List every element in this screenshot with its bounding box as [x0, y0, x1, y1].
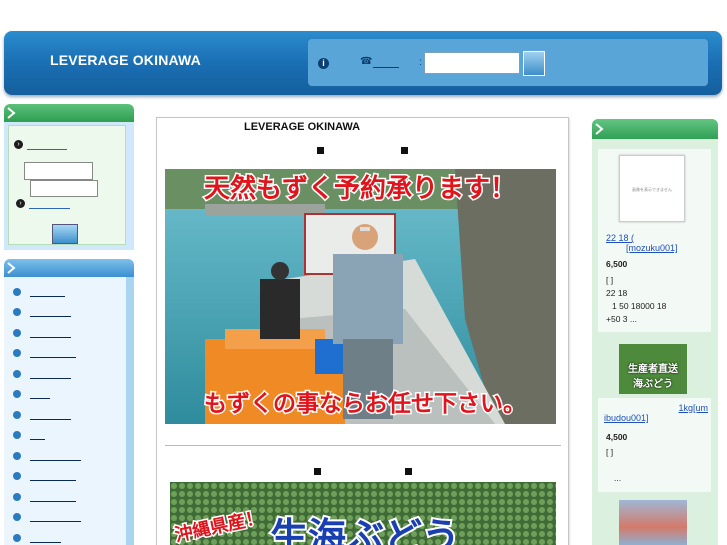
umibudou-banner[interactable]: 沖縄県産！ 生海ぶどう — [170, 482, 556, 545]
bullet-icon — [13, 513, 21, 521]
thumbnail-placeholder-text: 画像を表示できません — [632, 187, 672, 192]
bullet-icon — [13, 493, 21, 501]
arrow-circle-icon: › — [14, 140, 23, 149]
product-card: 画像を表示できません 22 18 ( [mozuku001] 6,500 [ ]… — [598, 149, 711, 332]
product-price: 4,500 — [606, 432, 628, 442]
section-divider — [165, 445, 561, 446]
bullet-icon — [13, 431, 21, 439]
banner-image: 沖縄県産！ 生海ぶどう — [170, 482, 556, 545]
banner-bottom-text: もずくの事ならお任せ下さい。 — [204, 390, 526, 417]
product-thumbnail[interactable] — [619, 500, 687, 545]
product-desc: 1 50 18000 18 — [612, 301, 667, 311]
bullet-icon — [13, 452, 21, 460]
product-code[interactable]: [mozuku001] — [606, 243, 706, 253]
category-panel — [4, 277, 134, 545]
product-mark: [ ] — [606, 275, 614, 285]
banner-top-text: 天然もずく予約承ります！ — [204, 173, 516, 204]
login-id-field[interactable] — [24, 162, 93, 180]
register-link[interactable] — [29, 199, 70, 209]
phone-icon: ☎ — [360, 56, 373, 67]
product-link[interactable]: 1kg[um ibudou001] — [604, 403, 708, 423]
header-colon: : — [419, 57, 422, 68]
thumbnail-text: 海ぶどう — [633, 379, 673, 390]
bullet-icon — [13, 370, 21, 378]
bullet-icon — [13, 308, 21, 316]
login-button[interactable] — [52, 224, 78, 244]
banner-image: 天然もずく予約承ります！ もずくの事ならお任せ下さい。 — [165, 169, 556, 424]
search-button[interactable] — [523, 51, 545, 76]
arrow-circle-icon: › — [16, 199, 25, 208]
product-price: 6,500 — [606, 259, 628, 269]
bullet-icon — [13, 288, 21, 296]
square-bullet-icon — [401, 147, 408, 154]
product-thumbnail[interactable]: 生産者直送 海ぶどう — [619, 344, 687, 394]
product-thumbnail[interactable]: 画像を表示できません — [619, 155, 685, 222]
chevron-right-icon — [7, 262, 16, 274]
bullet-icon — [13, 349, 21, 357]
product-panel-header — [592, 119, 718, 139]
chevron-right-icon — [595, 123, 604, 135]
login-link[interactable] — [27, 140, 67, 150]
product-name-line[interactable]: 22 18 ( — [606, 233, 706, 243]
square-bullet-icon — [405, 468, 412, 475]
banner2-main-text: 生海ぶどう — [270, 515, 460, 545]
search-input[interactable] — [424, 52, 520, 74]
product-card: 生産者直送 海ぶどう 1kg[um ibudou001] 4,500 [ ] .… — [598, 340, 711, 492]
bullet-icon — [13, 472, 21, 480]
info-icon: i — [318, 58, 329, 69]
phone-link[interactable] — [373, 57, 399, 68]
product-desc: 22 18 — [606, 288, 628, 298]
bullet-icon — [13, 411, 21, 419]
login-panel-header — [4, 104, 134, 122]
product-mark: [ ] — [606, 447, 614, 457]
mozuku-banner[interactable]: 天然もずく予約承ります！ もずくの事ならお任せ下さい。 — [165, 169, 556, 424]
category-panel-header — [4, 259, 134, 277]
bullet-icon — [13, 534, 21, 542]
thumbnail-text: 生産者直送 — [628, 364, 678, 375]
square-bullet-icon — [314, 468, 321, 475]
product-desc: ... — [614, 473, 622, 483]
bullet-icon — [13, 390, 21, 398]
product-name-line[interactable]: 1kg[um — [604, 403, 708, 413]
site-title[interactable]: LEVERAGE OKINAWA — [50, 52, 201, 68]
bullet-icon — [13, 329, 21, 337]
product-desc: +50 3 ... — [606, 314, 637, 324]
chevron-right-icon — [7, 107, 16, 119]
product-code[interactable]: ibudou001] — [604, 413, 708, 423]
product-link[interactable]: 22 18 ( [mozuku001] — [606, 233, 706, 253]
page-title: LEVERAGE OKINAWA — [244, 121, 361, 133]
password-field[interactable] — [30, 180, 98, 197]
square-bullet-icon — [317, 147, 324, 154]
